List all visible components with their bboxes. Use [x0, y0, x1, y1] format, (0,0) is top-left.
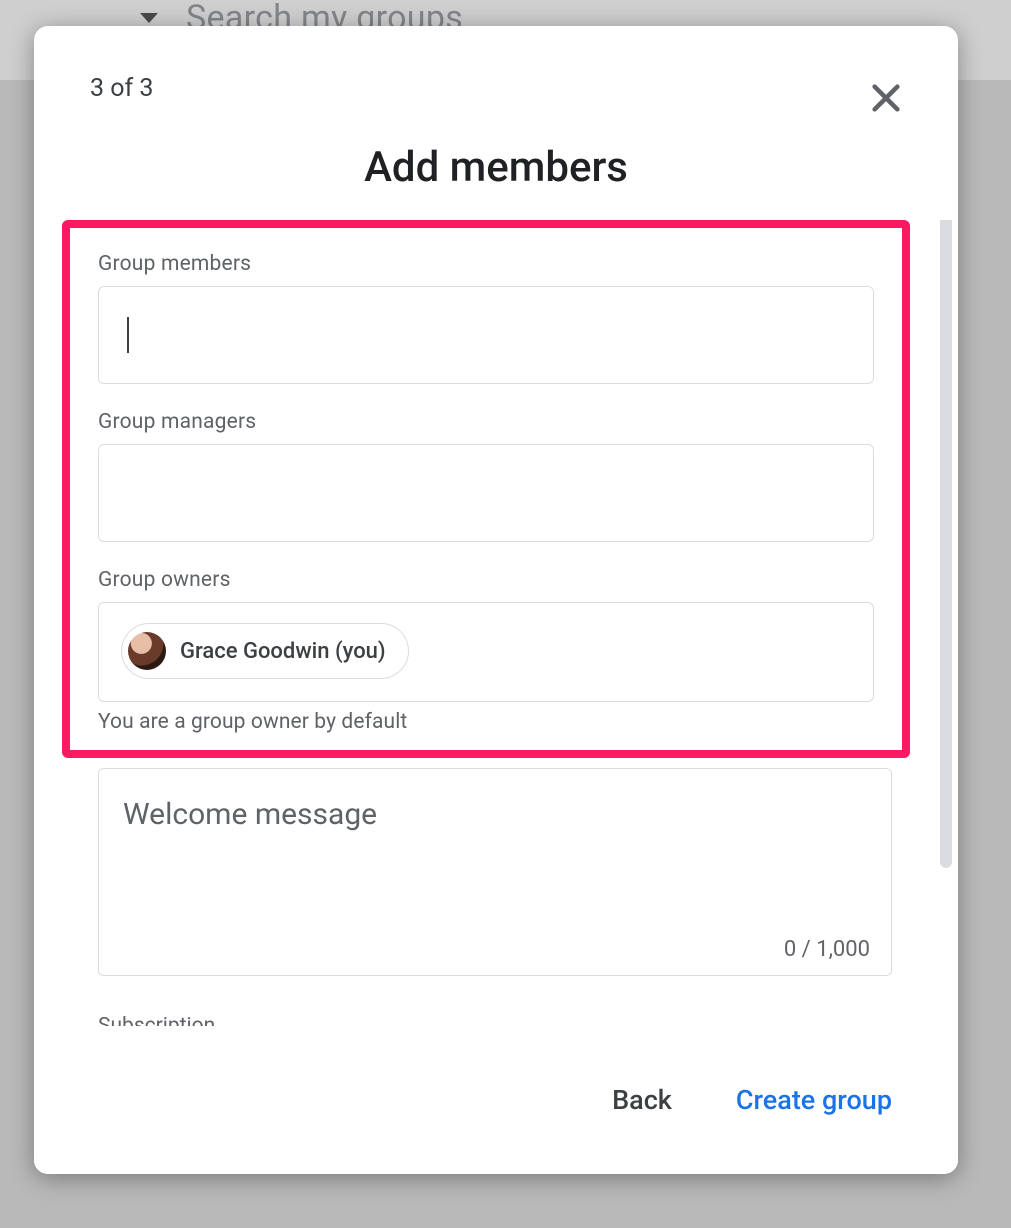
- dialog-footer: Back Create group: [34, 1026, 958, 1174]
- subscription-label: Subscription: [98, 1014, 892, 1026]
- dialog-header: 3 of 3 Add members: [34, 26, 958, 192]
- close-button[interactable]: [866, 78, 906, 118]
- owner-chip-label: Grace Goodwin (you): [180, 639, 386, 664]
- dialog-body: Group members Group managers Group owner…: [34, 220, 942, 1026]
- dialog-title: Add members: [90, 143, 902, 192]
- group-owners-label: Group owners: [98, 568, 874, 592]
- group-owners-input[interactable]: Grace Goodwin (you): [98, 602, 874, 702]
- create-group-button[interactable]: Create group: [726, 1072, 902, 1128]
- text-caret: [127, 317, 129, 353]
- dialog-body-wrapper: Group members Group managers Group owner…: [34, 220, 958, 1026]
- group-members-label: Group members: [98, 252, 874, 276]
- group-managers-input[interactable]: [98, 444, 874, 542]
- add-members-dialog: 3 of 3 Add members Group members Group m…: [34, 26, 958, 1174]
- step-indicator: 3 of 3: [90, 74, 902, 103]
- group-members-input[interactable]: [98, 286, 874, 384]
- group-managers-label: Group managers: [98, 410, 874, 434]
- close-icon: [869, 81, 903, 115]
- welcome-char-counter: 0 / 1,000: [784, 937, 870, 962]
- back-button[interactable]: Back: [602, 1072, 682, 1128]
- welcome-message-textarea[interactable]: [98, 768, 892, 976]
- owners-helper-text: You are a group owner by default: [98, 710, 874, 734]
- avatar: [128, 632, 166, 670]
- owner-chip[interactable]: Grace Goodwin (you): [121, 623, 409, 679]
- highlighted-fields-box: Group members Group managers Group owner…: [62, 220, 910, 758]
- welcome-message-field: 0 / 1,000: [98, 768, 892, 980]
- dropdown-triangle-icon: [140, 13, 158, 23]
